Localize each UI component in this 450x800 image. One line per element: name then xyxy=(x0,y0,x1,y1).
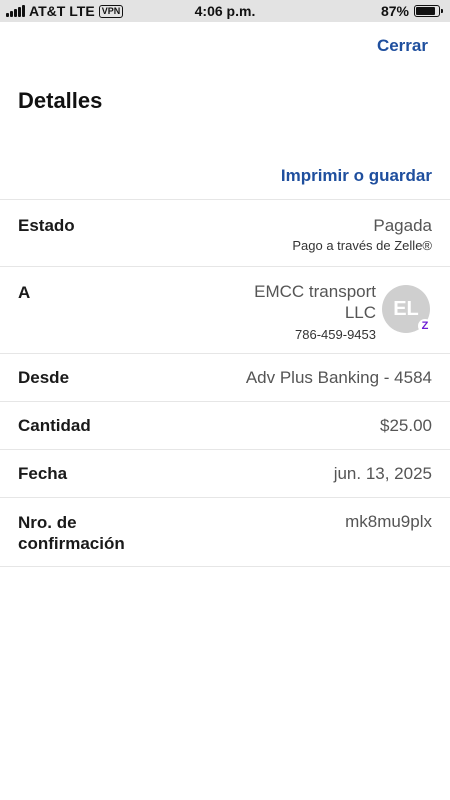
close-button[interactable]: Cerrar xyxy=(377,36,428,56)
status-bar: AT&T LTE VPN 4:06 p.m. 87% xyxy=(0,0,450,22)
page-title: Detalles xyxy=(18,88,103,113)
detail-row-desde: Desde Adv Plus Banking - 4584 xyxy=(0,353,450,401)
desde-label: Desde xyxy=(18,368,70,387)
cantidad-value: $25.00 xyxy=(380,416,432,435)
status-right: 87% xyxy=(380,3,443,19)
cantidad-label: Cantidad xyxy=(18,416,91,435)
recipient-info: EMCC transport LLC 786-459-9453 xyxy=(196,281,376,342)
estado-label: Estado xyxy=(18,216,75,235)
battery-icon xyxy=(414,5,443,17)
detail-row-estado: Estado Pagada Pago a través de Zelle® xyxy=(0,199,450,266)
fecha-label: Fecha xyxy=(18,464,68,483)
recipient-label: A xyxy=(18,283,31,302)
battery-fill xyxy=(416,7,436,15)
payment-method-note: Pago a través de Zelle® xyxy=(292,238,432,253)
fecha-value: jun. 13, 2025 xyxy=(333,464,432,483)
confirmacion-label-line2: confirmación xyxy=(18,534,125,553)
zelle-badge-icon: Z xyxy=(418,319,432,333)
detail-row-confirmacion: Nro. de confirmación mk8mu9plx xyxy=(0,497,450,567)
battery-percent: 87% xyxy=(380,3,409,19)
details-list: Estado Pagada Pago a través de Zelle® A … xyxy=(0,199,450,567)
desde-value: Adv Plus Banking - 4584 xyxy=(245,368,432,387)
recipient-name-line2: LLC xyxy=(344,303,376,322)
print-or-save-button[interactable]: Imprimir o guardar xyxy=(281,166,432,186)
detail-row-recipient: A EMCC transport LLC 786-459-9453 EL Z xyxy=(0,266,450,353)
estado-value: Pagada xyxy=(373,216,432,235)
detail-row-fecha: Fecha jun. 13, 2025 xyxy=(0,449,450,497)
confirmacion-value: mk8mu9plx xyxy=(345,512,432,531)
recipient-phone: 786-459-9453 xyxy=(295,327,376,342)
recipient-name-line1: EMCC transport xyxy=(254,282,376,301)
confirmacion-label-line1: Nro. de xyxy=(18,513,77,532)
detail-row-cantidad: Cantidad $25.00 xyxy=(0,401,450,449)
confirmacion-label: Nro. de confirmación xyxy=(18,512,125,554)
